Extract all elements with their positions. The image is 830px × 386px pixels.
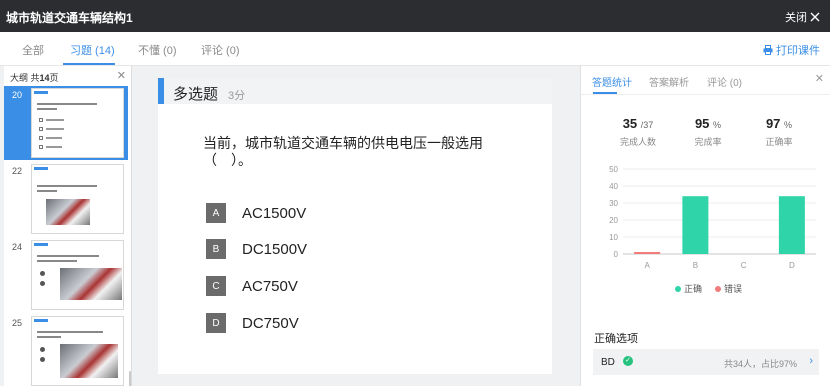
y-tick-label: 30 xyxy=(609,199,618,208)
option-b[interactable]: B DC1500V xyxy=(206,239,307,259)
option-text: DC750V xyxy=(242,314,299,332)
y-tick-label: 40 xyxy=(609,182,618,191)
option-letter: B xyxy=(206,239,226,259)
close-label: 关闭 xyxy=(785,12,807,24)
tab-stats-comments[interactable]: 评论 (0) xyxy=(707,74,742,89)
printer-icon xyxy=(763,45,773,55)
y-tick-label: 20 xyxy=(609,216,618,225)
outline-header: 大纲 共14页 ✕ xyxy=(4,66,131,86)
tab-bar: 全部 习题 (14) 不懂 (0) 评论 (0) 打印课件 xyxy=(0,32,830,66)
tab-answer-analysis[interactable]: 答案解析 xyxy=(649,74,689,89)
accent-bar xyxy=(158,78,164,104)
tab-exercises[interactable]: 习题 (14) xyxy=(70,42,115,58)
outline-close-icon[interactable]: ✕ xyxy=(117,69,126,82)
legend-wrong: 错误 xyxy=(715,282,742,295)
x-tick-label: D xyxy=(789,261,795,270)
slide-thumbnail xyxy=(31,316,124,386)
check-icon: ✓ xyxy=(623,356,633,366)
outline-scrollbar[interactable] xyxy=(129,371,131,386)
option-letter: A xyxy=(206,203,226,223)
option-d[interactable]: D DC750V xyxy=(206,313,299,333)
bar-错误-A xyxy=(634,252,661,254)
answer-bar-chart: 0 10 20 30 40 50 A B C D xyxy=(609,165,816,270)
panel-close-icon[interactable]: ✕ xyxy=(815,72,824,85)
bar-正确-B xyxy=(682,196,709,254)
metric-completion-rate: 95 % 完成率 xyxy=(694,116,722,147)
metric-accuracy-rate: 97 % 正确率 xyxy=(765,116,793,147)
outline-page-count: 14 xyxy=(39,73,50,83)
option-text: AC750V xyxy=(242,277,298,295)
chevron-right-icon[interactable]: › xyxy=(809,355,813,367)
title-bar: 城市轨道交通车辆结构1 关闭 xyxy=(0,0,830,32)
correct-option-letters: BD xyxy=(601,357,615,368)
slide-thumbnail xyxy=(31,240,124,310)
x-tick-label: B xyxy=(693,261,698,270)
print-label: 打印课件 xyxy=(776,45,820,57)
y-tick-label: 50 xyxy=(609,165,618,174)
slide-thumbnail xyxy=(31,164,124,234)
correct-option-summary: 共34人，占比97% xyxy=(723,359,797,369)
tab-not-understood[interactable]: 不懂 (0) xyxy=(138,42,177,58)
close-button[interactable]: 关闭 xyxy=(785,9,820,25)
x-tick-label: C xyxy=(741,261,747,270)
option-c[interactable]: C AC750V xyxy=(206,276,298,296)
outline-slide-22[interactable]: 22 xyxy=(4,162,128,236)
metric-completed-count: 35 /37 完成人数 xyxy=(619,116,656,147)
option-text: AC1500V xyxy=(242,204,307,222)
x-tick-label: A xyxy=(644,261,650,270)
outline-slide-20[interactable]: 20 xyxy=(4,86,128,160)
slide-number: 20 xyxy=(12,90,23,100)
question-score: 3分 xyxy=(228,90,246,102)
print-button[interactable]: 打印课件 xyxy=(763,42,820,58)
outline-title-prefix: 大纲 共 xyxy=(10,73,40,83)
slide-number: 24 xyxy=(12,242,23,252)
option-letter: D xyxy=(206,313,226,333)
question-card: 多选题 3分 当前，城市轨道交通车辆的供电电压一般选用（ ）。 A AC1500… xyxy=(158,78,552,374)
outline-panel: 大纲 共14页 ✕ 20 22 24 25 xyxy=(4,66,132,386)
window-title: 城市轨道交通车辆结构1 xyxy=(6,11,133,25)
slide-number: 25 xyxy=(12,318,23,328)
statistics-panel: 答题统计 答案解析 评论 (0) ✕ 35 /37 完成人数 95 % 完成率 … xyxy=(580,66,830,386)
close-icon xyxy=(810,12,820,22)
active-tab-indicator xyxy=(63,63,115,65)
tab-comments[interactable]: 评论 (0) xyxy=(201,42,240,58)
outline-slide-25[interactable]: 25 xyxy=(4,314,128,386)
y-tick-label: 0 xyxy=(614,250,619,259)
y-tick-label: 10 xyxy=(609,233,618,242)
legend-correct: 正确 xyxy=(675,282,702,295)
correct-option-row[interactable]: BD ✓ 共34人，占比97% › xyxy=(593,349,819,375)
bar-正确-D xyxy=(778,196,805,254)
slide-number: 22 xyxy=(12,166,23,176)
question-text: 当前，城市轨道交通车辆的供电电压一般选用（ ）。 xyxy=(203,135,483,168)
tab-all[interactable]: 全部 xyxy=(22,42,44,58)
option-text: DC1500V xyxy=(242,240,308,258)
outline-title-suffix: 页 xyxy=(49,73,59,83)
outline-slide-24[interactable]: 24 xyxy=(4,238,128,312)
question-header: 多选题 3分 xyxy=(158,78,552,104)
option-letter: C xyxy=(206,276,226,296)
slide-thumbnail xyxy=(31,88,124,158)
question-type: 多选题 xyxy=(173,86,219,103)
tab-answer-stats[interactable]: 答题统计 xyxy=(592,74,632,89)
correct-option-title: 正确选项 xyxy=(594,333,638,345)
option-a[interactable]: A AC1500V xyxy=(206,203,306,223)
